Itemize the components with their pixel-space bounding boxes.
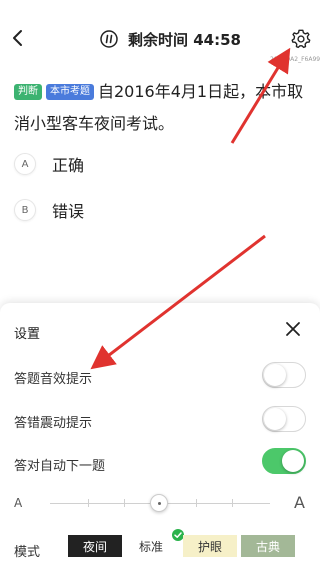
arrow-to-sound-hint: [90, 234, 266, 370]
annotation-arrows: [90, 47, 291, 370]
arrow-to-gear: [230, 47, 291, 144]
